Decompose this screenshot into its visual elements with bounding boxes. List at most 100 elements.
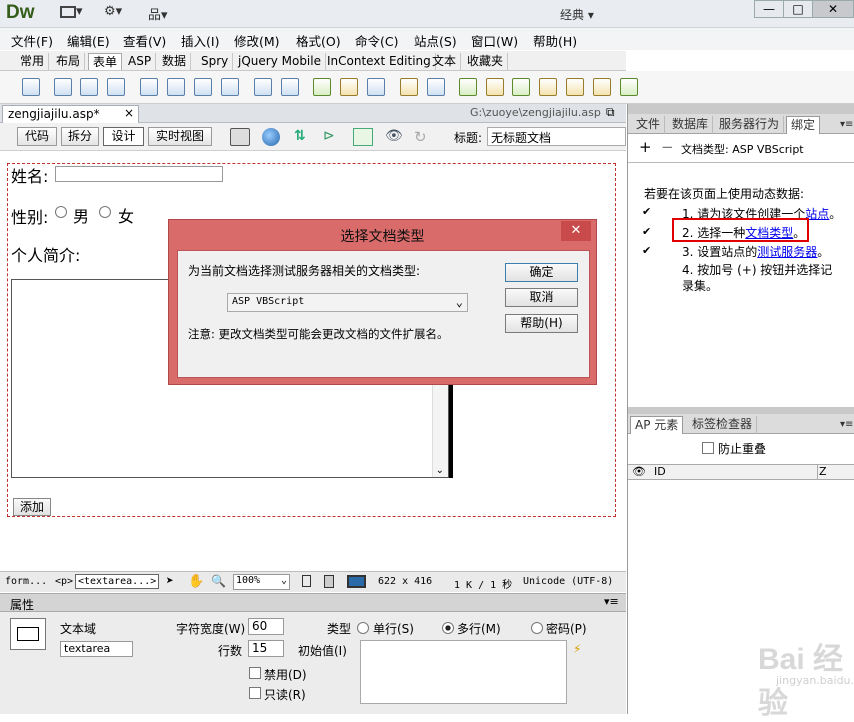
image-field-icon[interactable] [313,78,331,96]
split-view-button[interactable]: 拆分 [61,127,99,146]
design-view-button[interactable]: 设计 [103,127,144,146]
document-title-input[interactable]: 无标题文档 [487,127,626,146]
fieldset-icon[interactable] [427,78,445,96]
window-size[interactable]: 622 x 416 [378,576,432,587]
zoom-tool-icon[interactable]: 🔍 [211,574,226,588]
menu-view[interactable]: 查看(V) [123,31,166,50]
ok-button[interactable]: 确定 [505,263,578,282]
remove-binding-button[interactable]: − [661,138,674,156]
select-list-icon[interactable] [254,78,272,96]
debug-icon[interactable]: ⊳ [323,128,343,146]
tablet-size-icon[interactable] [324,575,334,588]
element-name-input[interactable]: textarea [60,641,133,657]
textarea-icon[interactable] [107,78,125,96]
document-tab[interactable]: zengjiajilu.asp* × [2,105,139,123]
radio-button-icon[interactable] [194,78,212,96]
menu-help[interactable]: 帮助(H) [533,31,577,50]
disabled-checkbox[interactable] [249,667,261,679]
spry-validation-password-icon[interactable] [566,78,584,96]
preview-browser-icon[interactable] [262,128,280,146]
live-view-button[interactable]: 实时视图 [148,127,212,146]
tab-databases[interactable]: 数据库 [668,116,714,134]
insert-tab-asp[interactable]: ASP [124,53,157,70]
minimize-button[interactable]: — [754,0,784,18]
female-radio[interactable] [99,206,111,218]
name-input[interactable] [55,166,223,182]
add-submit-button[interactable]: 添加 [13,498,51,516]
rows-input[interactable]: 15 [248,640,284,657]
menu-site[interactable]: 站点(S) [414,31,457,50]
tag-selector-p[interactable]: <p> [55,576,73,587]
maximize-button[interactable]: □ [783,0,813,18]
file-field-icon[interactable] [340,78,358,96]
chevron-down-icon[interactable]: ⌄ [436,465,444,476]
prevent-overlap-checkbox[interactable] [702,442,714,454]
spry-validation-textarea-icon[interactable] [486,78,504,96]
panel-menu-icon[interactable]: ▾≡ [604,595,619,608]
doctype-select[interactable]: ASP VBScript ⌄ [227,293,468,312]
site-menu-button[interactable]: 品▾ [148,4,168,23]
hidden-field-icon[interactable] [80,78,98,96]
restore-doc-icon[interactable]: ⧉ [606,105,615,120]
menu-window[interactable]: 窗口(W) [471,31,518,50]
label-icon[interactable] [400,78,418,96]
multiscreen-icon[interactable] [230,128,250,146]
char-width-input[interactable]: 60 [248,618,284,635]
close-button[interactable]: ✕ [812,0,854,18]
hand-tool-icon[interactable]: ✋ [188,574,204,589]
form-icon[interactable] [22,78,40,96]
button-icon[interactable] [367,78,385,96]
file-manage-icon[interactable]: ⇅ [294,128,312,146]
menu-file[interactable]: 文件(F) [11,31,53,50]
single-line-radio[interactable] [357,622,369,634]
password-radio[interactable] [531,622,543,634]
jump-menu-icon[interactable] [281,78,299,96]
spry-validation-select-icon[interactable] [539,78,557,96]
insert-tab-data[interactable]: 数据 [158,53,192,70]
spry-validation-radio-icon[interactable] [620,78,638,96]
spry-validation-checkbox-icon[interactable] [512,78,530,96]
menu-edit[interactable]: 编辑(E) [67,31,110,50]
panel-menu-icon[interactable]: ▾≡ [836,116,854,134]
tab-files[interactable]: 文件 [632,116,666,134]
insert-tab-incontext[interactable]: InContext Editing [323,53,436,70]
pointer-tool-icon[interactable]: ➤ [166,574,174,589]
zoom-select[interactable]: 100% ⌄ [233,574,290,590]
tab-tag-inspector[interactable]: 标签检查器 [688,416,758,434]
menu-modify[interactable]: 修改(M) [234,31,280,50]
insert-tab-layout[interactable]: 布局 [52,53,86,70]
menu-insert[interactable]: 插入(I) [181,31,219,50]
readonly-checkbox[interactable] [249,687,261,699]
doctype-link[interactable]: 文档类型 [745,226,793,240]
layout-menu-button[interactable]: ▾ [60,4,83,22]
male-radio[interactable] [55,206,67,218]
radio-group-icon[interactable] [221,78,239,96]
panel-menu-icon[interactable]: ▾≡ [836,416,854,434]
desktop-size-icon[interactable] [347,575,366,588]
cancel-button[interactable]: 取消 [505,288,578,307]
checkbox-group-icon[interactable] [167,78,185,96]
dialog-close-button[interactable]: ✕ [561,221,591,241]
tab-ap-elements[interactable]: AP 元素 [630,416,684,434]
insert-tab-text[interactable]: 文本 [428,53,462,70]
tab-server-behaviors[interactable]: 服务器行为 [715,116,785,134]
text-field-icon[interactable] [54,78,72,96]
validate-icon[interactable] [353,128,373,146]
menu-commands[interactable]: 命令(C) [355,31,398,50]
tab-bindings[interactable]: 绑定 [786,116,821,134]
insert-tab-favorites[interactable]: 收藏夹 [463,53,509,70]
close-tab-icon[interactable]: × [124,106,134,120]
checkbox-icon[interactable] [140,78,158,96]
eye-icon[interactable]: 👁 [632,465,646,478]
add-binding-button[interactable]: + [639,138,652,156]
mobile-size-icon[interactable] [302,575,311,587]
extensions-menu-button[interactable]: ⚙▾ [104,4,122,22]
insert-tab-spry[interactable]: Spry [197,53,234,70]
tag-selector-textarea[interactable]: <textarea...> [75,574,160,589]
code-view-button[interactable]: 代码 [17,127,57,146]
col-id[interactable]: ID [654,465,666,478]
insert-tab-common[interactable]: 常用 [16,53,50,70]
init-value-textarea[interactable] [360,640,567,704]
workspace-switcher[interactable]: 经典 ▾ [560,6,594,24]
insert-tab-forms[interactable]: 表单 [88,53,123,70]
